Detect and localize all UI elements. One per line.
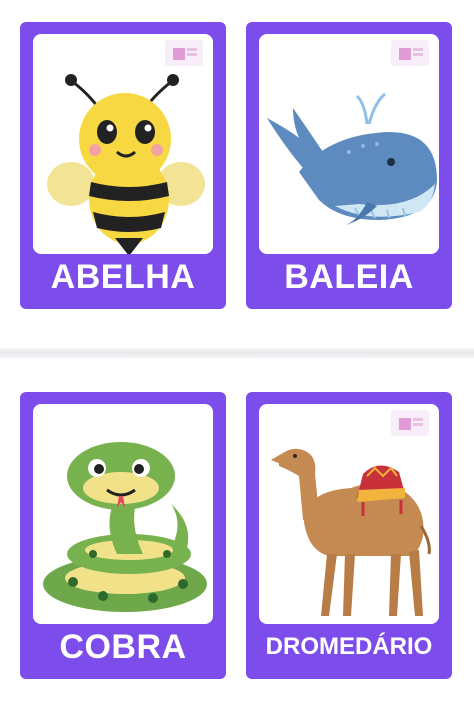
logo-watermark-icon: [391, 410, 429, 436]
card-picture: [33, 404, 213, 624]
logo-watermark-icon: [391, 40, 429, 66]
card-picture: [259, 404, 439, 624]
card-label: COBRA: [59, 628, 187, 666]
card-label: ABELHA: [50, 258, 196, 296]
card-picture: [33, 34, 213, 254]
snake-icon: [43, 442, 207, 612]
card-cobra: COBRA: [20, 392, 226, 679]
page-divider: [0, 348, 474, 358]
logo-watermark-icon: [165, 40, 203, 66]
card-label: BALEIA: [284, 258, 414, 296]
card-abelha: ABELHA: [20, 22, 226, 309]
card-dromedario: DROMEDÁRIO: [246, 392, 452, 679]
card-picture: [259, 34, 439, 254]
whale-icon: [267, 92, 437, 226]
camel-icon: [271, 448, 431, 616]
card-label: DROMEDÁRIO: [265, 633, 433, 660]
card-baleia: BALEIA: [246, 22, 452, 309]
bee-icon: [47, 74, 205, 254]
